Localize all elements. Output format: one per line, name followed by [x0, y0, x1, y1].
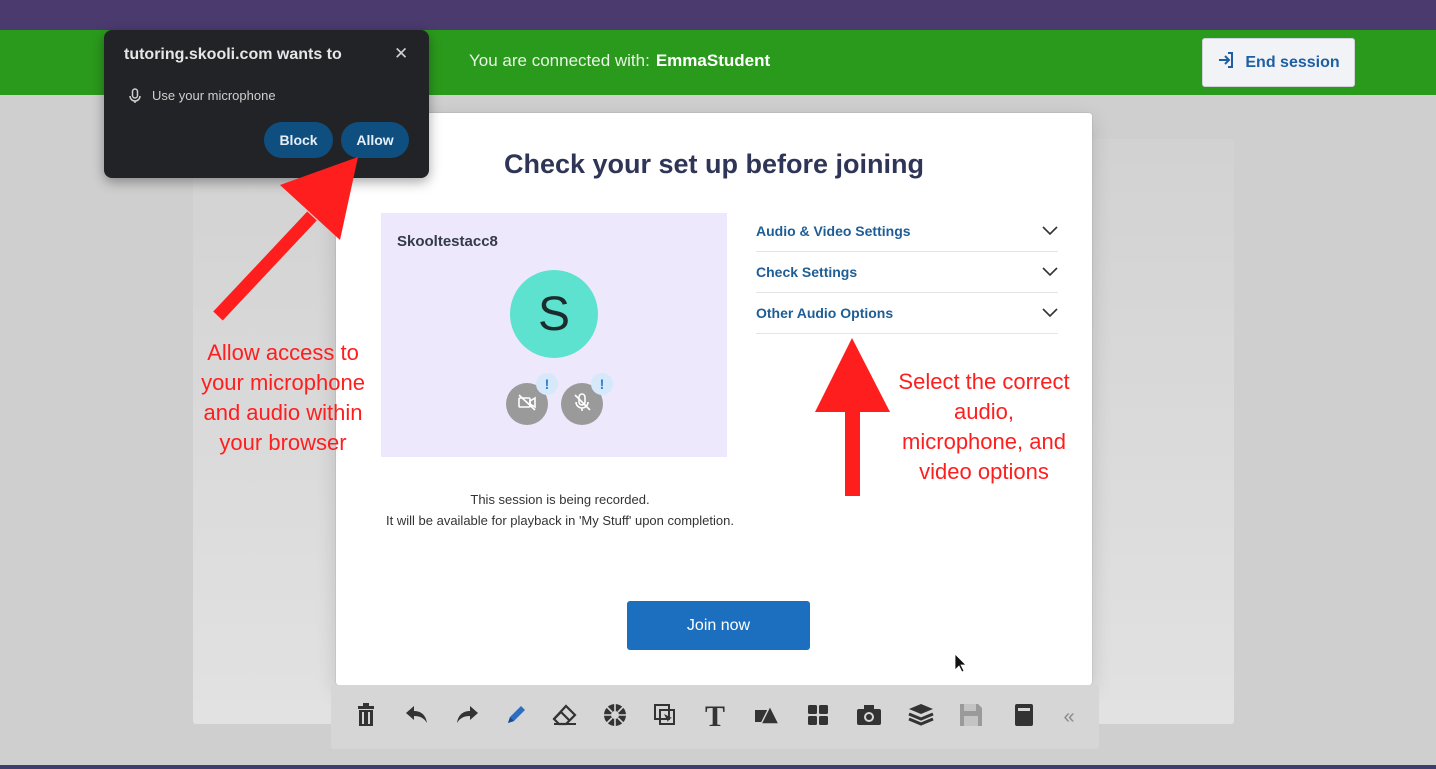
- recording-notice: This session is being recorded. It will …: [336, 489, 784, 531]
- book-icon: [1013, 703, 1035, 732]
- right-annotation: Select the correct audio, microphone, an…: [878, 367, 1090, 487]
- camera-warning-badge: !: [536, 373, 558, 395]
- setting-row-audio-video[interactable]: Audio & Video Settings: [756, 211, 1058, 252]
- microphone-icon: [128, 88, 142, 109]
- shapes-icon: [753, 703, 781, 731]
- text-button[interactable]: T: [699, 700, 731, 733]
- connected-label: You are connected with:: [469, 51, 650, 70]
- shapes-insert-button[interactable]: [751, 701, 783, 733]
- camera-off-icon: [516, 391, 538, 418]
- avatar-letter: S: [537, 287, 570, 341]
- microphone-toggle-button[interactable]: !: [561, 373, 613, 425]
- eraser-button[interactable]: [549, 701, 581, 733]
- grid-icon: [807, 704, 829, 731]
- setting-label: Audio & Video Settings: [756, 223, 911, 239]
- join-now-button[interactable]: Join now: [627, 601, 810, 650]
- microphone-warning-badge: !: [591, 373, 613, 395]
- eraser-icon: [552, 703, 578, 731]
- undo-button[interactable]: [401, 701, 433, 733]
- camera-icon: [856, 704, 882, 731]
- trash-icon: [355, 702, 377, 732]
- connected-user: EmmaStudent: [655, 51, 771, 70]
- allow-button[interactable]: Allow: [341, 122, 409, 158]
- right-annotation-line: microphone, and: [902, 429, 1066, 454]
- undo-icon: [404, 704, 430, 731]
- settings-accordion: Audio & Video Settings Check Settings Ot…: [756, 211, 1058, 334]
- right-annotation-line: audio,: [954, 399, 1014, 424]
- shapes-button[interactable]: [599, 701, 631, 733]
- setting-row-check-settings[interactable]: Check Settings: [756, 252, 1058, 293]
- save-icon: [959, 703, 983, 732]
- avatar: S: [510, 270, 598, 358]
- left-annotation-line: your browser: [219, 430, 347, 455]
- collapse-toolbar-button[interactable]: «: [1053, 701, 1085, 733]
- left-annotation-line: and audio within: [203, 400, 363, 425]
- whiteboard-toolbar: T «: [331, 685, 1099, 749]
- camera-button[interactable]: [853, 701, 885, 733]
- permission-title: tutoring.skooli.com wants to: [124, 46, 342, 63]
- browser-top-bar: [0, 0, 1436, 30]
- trash-button[interactable]: [350, 701, 382, 733]
- pen-button[interactable]: [500, 701, 532, 733]
- permission-request-text: Use your microphone: [152, 88, 276, 103]
- dialog-title: Check your set up before joining: [503, 149, 925, 179]
- setting-label: Check Settings: [756, 264, 858, 280]
- video-preview: Skooltestacc8 S ! !: [381, 213, 727, 457]
- redo-button[interactable]: [451, 701, 483, 733]
- microphone-off-icon: [571, 391, 593, 418]
- end-session-label: End session: [1245, 53, 1340, 71]
- left-annotation-line: your microphone: [201, 370, 365, 395]
- pencil-icon: [505, 704, 527, 731]
- right-annotation-line: video options: [919, 459, 1049, 484]
- setting-label: Other Audio Options: [756, 305, 894, 321]
- select-icon: [653, 703, 677, 732]
- recording-notice-line2: It will be available for playback in 'My…: [386, 513, 734, 528]
- left-annotation: Allow access to your microphone and audi…: [188, 338, 378, 458]
- exit-icon: [1217, 51, 1235, 74]
- preview-username: Skooltestacc8: [397, 233, 498, 250]
- bottom-edge: [0, 765, 1436, 769]
- end-session-button[interactable]: End session: [1202, 38, 1355, 87]
- aperture-icon: [602, 702, 628, 733]
- recording-notice-line1: This session is being recorded.: [470, 492, 650, 507]
- save-button[interactable]: [955, 701, 987, 733]
- layers-icon: [908, 703, 934, 732]
- left-annotation-line: Allow access to: [207, 340, 359, 365]
- close-icon[interactable]: ✕: [394, 44, 408, 64]
- chevron-down-icon: [1042, 223, 1058, 239]
- right-annotation-line: Select the correct: [898, 369, 1070, 394]
- setting-row-other-audio[interactable]: Other Audio Options: [756, 293, 1058, 334]
- chevron-down-icon: [1042, 305, 1058, 321]
- microphone-permission-prompt: tutoring.skooli.com wants to ✕ Use your …: [104, 30, 429, 178]
- select-button[interactable]: [649, 701, 681, 733]
- grid-button[interactable]: [802, 701, 834, 733]
- block-button[interactable]: Block: [264, 122, 333, 158]
- notebook-button[interactable]: [1008, 701, 1040, 733]
- camera-toggle-button[interactable]: !: [506, 373, 558, 425]
- chevron-down-icon: [1042, 264, 1058, 280]
- layers-button[interactable]: [905, 701, 937, 733]
- redo-icon: [454, 704, 480, 731]
- connection-status: You are connected with: EmmaStudent: [469, 51, 770, 71]
